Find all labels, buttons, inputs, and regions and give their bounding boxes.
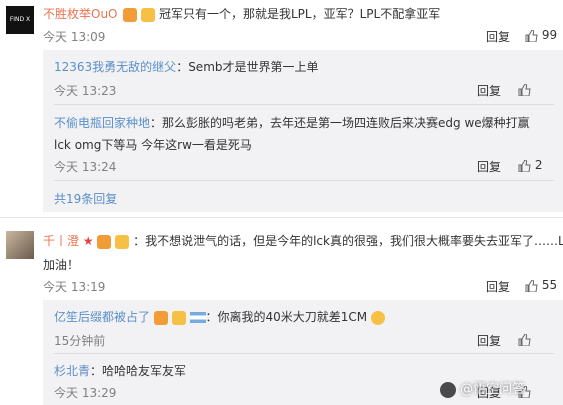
level-badge-icon: [141, 7, 156, 22]
vip-badge-icon: [123, 7, 138, 22]
like-count: 99: [541, 28, 558, 42]
emoji-icon: [370, 310, 385, 325]
thumbs-up-icon: [525, 278, 538, 292]
reply-username[interactable]: 杉北青: [54, 364, 90, 378]
thumbs-up-icon: [518, 82, 531, 96]
watermark-text: @悟空问答: [460, 382, 526, 397]
like-button[interactable]: 99: [525, 28, 557, 42]
comment-line: 千丨澄 ★ ：我不想说泄气的话，但是今年的lck真的很强，我们很大概率要失去亚军…: [43, 232, 563, 249]
avatar[interactable]: FIND X: [6, 6, 34, 34]
username[interactable]: 不胜枚举OuO: [43, 7, 118, 21]
username[interactable]: 千丨澄: [43, 234, 79, 248]
reply-button[interactable]: 回复: [486, 278, 510, 295]
level-badge-icon: [115, 234, 130, 249]
more-replies-link[interactable]: 共19条回复: [54, 190, 117, 207]
thumbs-up-icon: [518, 158, 531, 172]
reply-button[interactable]: 回复: [477, 158, 501, 175]
reply-button[interactable]: 回复: [477, 82, 501, 99]
like-button[interactable]: [518, 332, 531, 346]
reply-button[interactable]: 回复: [477, 332, 501, 349]
comment-text: ：我不想说泄气的话，但是今年的lck真的很强，我们很大概率要失去亚军了……LPL: [133, 234, 563, 248]
watermark: @悟空问答: [440, 378, 525, 398]
level-badge-icon: [171, 310, 186, 325]
comment-text-continued: 加油！: [43, 258, 80, 272]
timestamp: 今天 13:24: [54, 160, 117, 174]
divider: [54, 180, 554, 181]
timestamp: 15分钟前: [54, 334, 106, 348]
avatar-text: FIND X: [9, 16, 31, 23]
reply-text: ：那么彭胀的吗老弟，去年还是第一场四连败后来决赛edg we爆种打赢: [150, 116, 530, 130]
reply-button[interactable]: 回复: [486, 28, 510, 45]
like-count: 55: [541, 278, 558, 292]
timestamp: 今天 13:23: [54, 84, 117, 98]
flag-icon: [189, 312, 206, 323]
wukong-logo-icon: [440, 381, 456, 398]
vip-badge-icon: [153, 310, 168, 325]
vip-badge-icon: [97, 234, 112, 249]
thumbs-up-icon: [518, 332, 531, 346]
like-button[interactable]: 2: [518, 158, 542, 172]
like-count: 2: [534, 158, 543, 172]
comment-text: 冠军只有一个，那就是我LPL，亚军？LPL不配拿亚军: [158, 7, 441, 21]
reply-line: 亿笙后缀都被占了 ：你离我的40米大刀就差1CM: [54, 308, 385, 325]
timestamp: 今天 13:09: [43, 30, 106, 44]
comment-divider: [0, 217, 563, 218]
reply-text: ：Semb才是世界第一上单: [176, 60, 319, 74]
star-icon: ★: [82, 234, 94, 248]
divider: [54, 104, 554, 105]
comment-line: 不胜枚举OuO 冠军只有一个，那就是我LPL，亚军？LPL不配拿亚军: [43, 5, 440, 22]
reply-text: ：哈哈哈友军友军: [90, 364, 187, 378]
avatar[interactable]: [6, 231, 34, 259]
reply-username[interactable]: 12363我勇无敌的继父: [54, 60, 176, 74]
reply-text: ：你离我的40米大刀就差1CM: [205, 310, 368, 324]
thumbs-up-icon: [525, 28, 538, 42]
reply-line: 杉北青：哈哈哈友军友军: [54, 362, 186, 379]
timestamp: 今天 13:19: [43, 280, 106, 294]
reply-line: 不偷电瓶回家种地：那么彭胀的吗老弟，去年还是第一场四连败后来决赛edg we爆种…: [54, 114, 530, 131]
like-button[interactable]: [518, 82, 531, 96]
divider: [54, 353, 554, 354]
like-button[interactable]: 55: [525, 278, 557, 292]
reply-line: 12363我勇无敌的继父：Semb才是世界第一上单: [54, 58, 319, 75]
reply-username[interactable]: 不偷电瓶回家种地: [54, 116, 150, 130]
reply-text-continued: lck omg下等马 今年这rw一看是死马: [54, 138, 252, 152]
reply-username[interactable]: 亿笙后缀都被占了: [54, 310, 150, 324]
timestamp: 今天 13:29: [54, 386, 117, 400]
